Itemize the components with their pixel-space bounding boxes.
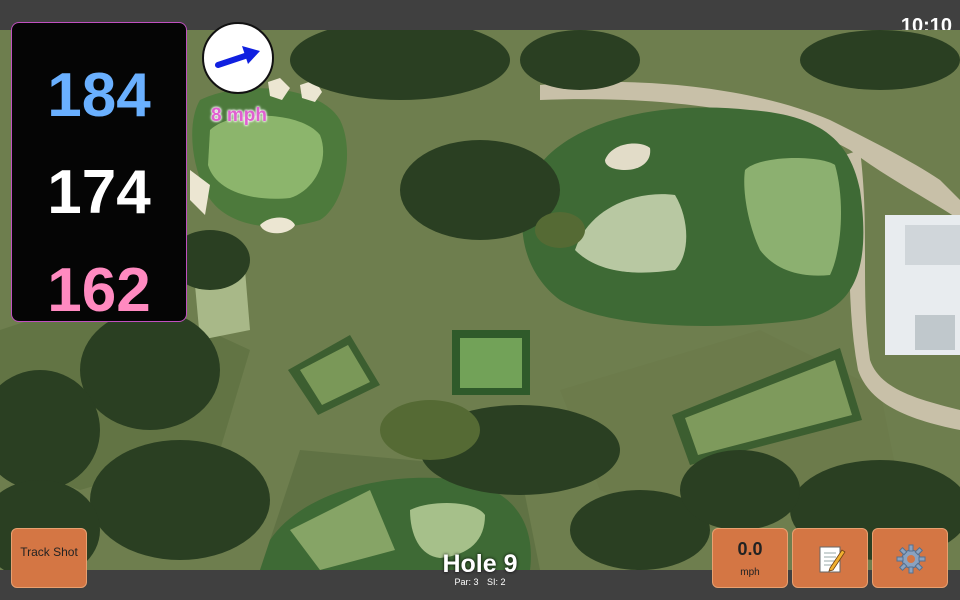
hole-stroke-index: SI: 2 xyxy=(487,577,506,587)
distance-panel: 184 174 162 xyxy=(11,22,187,325)
hole-title: Hole 9 xyxy=(442,550,518,578)
track-shot-button[interactable]: Track Shot xyxy=(11,528,87,588)
hole-info: Par: 3 SI: 2 xyxy=(380,577,580,587)
distance-back: 184 xyxy=(47,61,151,130)
hole-par: Par: 3 xyxy=(454,577,479,587)
speed-button[interactable]: 0.0 mph xyxy=(712,528,788,588)
distance-center: 174 xyxy=(47,158,151,227)
distance-front: 162 xyxy=(47,256,151,325)
speed-value: 0.0 xyxy=(737,539,763,559)
wind-speed-label: 8 mph xyxy=(211,105,267,126)
settings-button[interactable] xyxy=(872,528,948,588)
wind-arrow-icon xyxy=(215,46,260,68)
gear-icon xyxy=(896,544,926,574)
notepad-icon xyxy=(819,546,846,573)
notes-button[interactable] xyxy=(792,528,868,588)
speed-unit: mph xyxy=(740,567,760,578)
wind-indicator xyxy=(202,22,274,94)
